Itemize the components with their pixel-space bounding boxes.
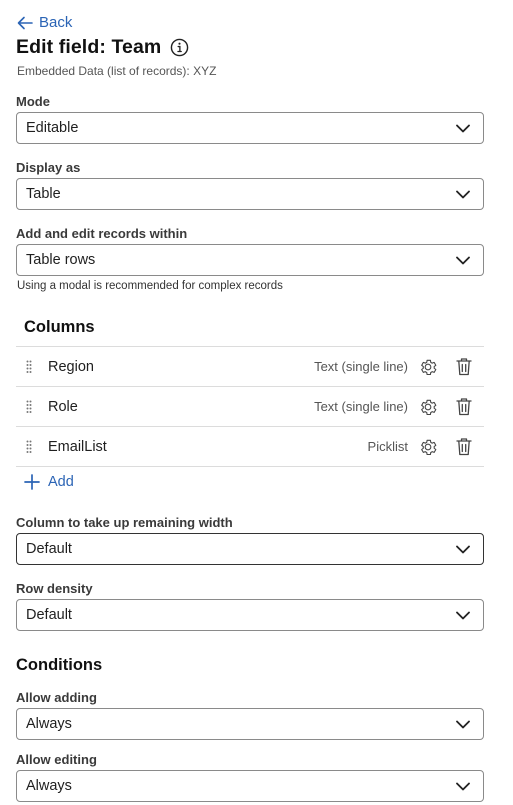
display-as-select[interactable]: Table bbox=[16, 178, 484, 210]
display-as-value: Table bbox=[26, 186, 61, 202]
row-density-label: Row density bbox=[16, 581, 93, 596]
column-name: Region bbox=[48, 358, 94, 375]
page-title: Edit field: Team bbox=[16, 36, 162, 58]
chevron-down-icon bbox=[456, 256, 470, 264]
mode-select[interactable]: Editable bbox=[16, 112, 484, 144]
remaining-width-value: Default bbox=[26, 541, 72, 557]
edit-within-value: Table rows bbox=[26, 252, 96, 268]
row-density-value: Default bbox=[26, 607, 72, 623]
drag-handle-icon[interactable] bbox=[26, 400, 32, 414]
chevron-down-icon bbox=[456, 124, 470, 132]
allow-adding-select[interactable]: Always bbox=[16, 708, 484, 740]
page-title-row: Edit field: Team bbox=[16, 36, 189, 59]
row-density-select[interactable]: Default bbox=[16, 599, 484, 631]
back-link[interactable]: Back bbox=[17, 14, 72, 31]
column-row-role: Role Text (single line) bbox=[16, 387, 484, 427]
allow-editing-label: Allow editing bbox=[16, 752, 97, 767]
edit-within-label: Add and edit records within bbox=[16, 226, 188, 241]
info-icon[interactable] bbox=[170, 38, 189, 57]
columns-heading: Columns bbox=[24, 318, 95, 336]
plus-icon bbox=[24, 474, 40, 490]
arrow-left-icon bbox=[17, 16, 33, 29]
column-type: Text (single line) bbox=[314, 399, 408, 414]
remaining-width-label: Column to take up remaining width bbox=[16, 515, 233, 530]
allow-adding-label: Allow adding bbox=[16, 690, 97, 705]
remaining-width-select[interactable]: Default bbox=[16, 533, 484, 565]
add-column-label: Add bbox=[48, 474, 74, 490]
trash-icon[interactable] bbox=[456, 357, 472, 376]
column-row-emaillist: EmailList Picklist bbox=[16, 427, 484, 467]
column-row-region: Region Text (single line) bbox=[16, 347, 484, 387]
allow-adding-value: Always bbox=[26, 716, 72, 732]
chevron-down-icon bbox=[456, 720, 470, 728]
gear-icon[interactable] bbox=[418, 397, 438, 417]
gear-icon[interactable] bbox=[418, 357, 438, 377]
gear-icon[interactable] bbox=[418, 437, 438, 457]
edit-within-select[interactable]: Table rows bbox=[16, 244, 484, 276]
columns-list: Region Text (single line) Role Text (sin… bbox=[16, 346, 484, 467]
page-subtitle: Embedded Data (list of records): XYZ bbox=[17, 64, 217, 78]
mode-label: Mode bbox=[16, 94, 50, 109]
edit-within-hint: Using a modal is recommended for complex… bbox=[17, 280, 283, 292]
chevron-down-icon bbox=[456, 190, 470, 198]
allow-editing-value: Always bbox=[26, 778, 72, 794]
back-label: Back bbox=[39, 14, 73, 31]
chevron-down-icon bbox=[456, 611, 470, 619]
column-type: Picklist bbox=[367, 439, 408, 454]
trash-icon[interactable] bbox=[456, 437, 472, 456]
conditions-heading: Conditions bbox=[16, 656, 103, 674]
drag-handle-icon[interactable] bbox=[26, 440, 32, 454]
mode-value: Editable bbox=[26, 120, 79, 136]
allow-editing-select[interactable]: Always bbox=[16, 770, 484, 802]
column-name: EmailList bbox=[48, 438, 107, 455]
column-type: Text (single line) bbox=[314, 359, 408, 374]
display-as-label: Display as bbox=[16, 160, 81, 175]
chevron-down-icon bbox=[456, 545, 470, 553]
column-name: Role bbox=[48, 398, 78, 415]
chevron-down-icon bbox=[456, 782, 470, 790]
add-column-button[interactable]: Add bbox=[24, 474, 74, 490]
trash-icon[interactable] bbox=[456, 397, 472, 416]
drag-handle-icon[interactable] bbox=[26, 360, 32, 374]
